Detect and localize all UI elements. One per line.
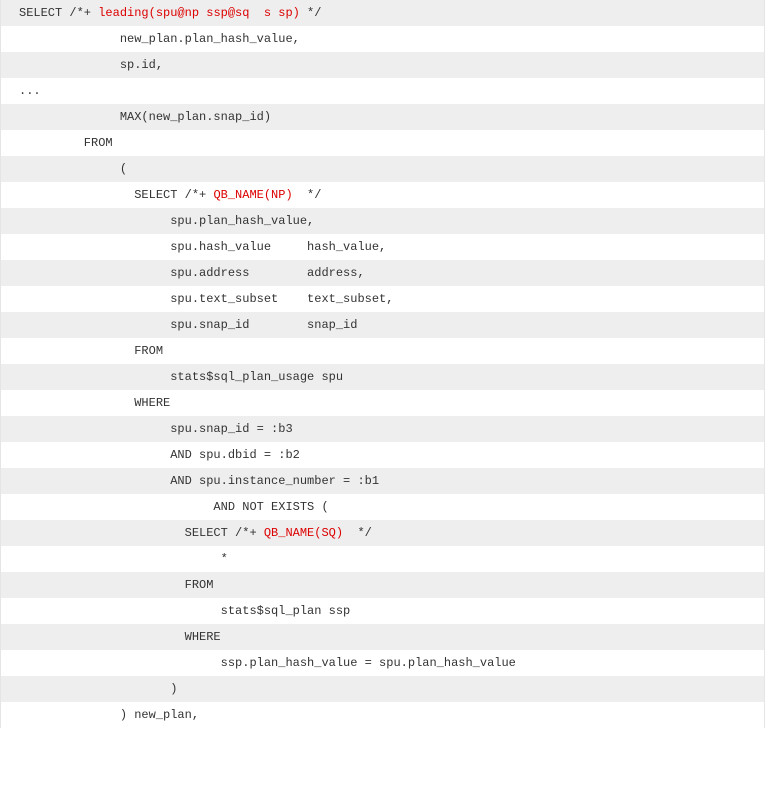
code-text: spu.plan_hash_value, [19,214,314,228]
code-line: SELECT /*+ QB_NAME(SQ) */ [1,520,764,546]
code-text: */ [293,188,322,202]
code-line: MAX(new_plan.snap_id) [1,104,764,130]
code-line: spu.address address, [1,260,764,286]
code-line: * [1,546,764,572]
code-text: SELECT /*+ [19,526,264,540]
code-text: ) new_plan, [19,708,199,722]
code-line: sp.id, [1,52,764,78]
code-line: ssp.plan_hash_value = spu.plan_hash_valu… [1,650,764,676]
code-text: FROM [19,344,163,358]
code-text: ... [19,84,41,98]
code-line: AND spu.dbid = :b2 [1,442,764,468]
code-text: FROM [19,578,213,592]
sql-hint: QB_NAME(SQ) [264,526,343,540]
code-text: WHERE [19,630,221,644]
code-line: FROM [1,338,764,364]
code-text: ssp.plan_hash_value = spu.plan_hash_valu… [19,656,516,670]
code-text: ) [19,682,177,696]
code-text: AND spu.instance_number = :b1 [19,474,379,488]
code-text: FROM [19,136,113,150]
code-text: AND NOT EXISTS ( [19,500,329,514]
code-line: ... [1,78,764,104]
code-text: stats$sql_plan ssp [19,604,350,618]
code-line: FROM [1,130,764,156]
code-text: spu.address address, [19,266,365,280]
code-text: SELECT /*+ [19,6,98,20]
code-line: SELECT /*+ QB_NAME(NP) */ [1,182,764,208]
code-line: AND spu.instance_number = :b1 [1,468,764,494]
code-line: AND NOT EXISTS ( [1,494,764,520]
code-text: spu.snap_id snap_id [19,318,357,332]
code-text: WHERE [19,396,170,410]
code-line: WHERE [1,390,764,416]
code-text: spu.hash_value hash_value, [19,240,386,254]
code-line: spu.snap_id snap_id [1,312,764,338]
code-text: sp.id, [19,58,163,72]
sql-hint: leading(spu@np ssp@sq s sp) [98,6,300,20]
code-line: ) [1,676,764,702]
code-line: new_plan.plan_hash_value, [1,26,764,52]
code-text: new_plan.plan_hash_value, [19,32,300,46]
code-line: SELECT /*+ leading(spu@np ssp@sq s sp) *… [1,0,764,26]
code-text: */ [300,6,322,20]
code-line: FROM [1,572,764,598]
code-line: ) new_plan, [1,702,764,728]
code-line: stats$sql_plan ssp [1,598,764,624]
code-text: SELECT /*+ [19,188,213,202]
code-text: ( [19,162,127,176]
code-line: stats$sql_plan_usage spu [1,364,764,390]
code-text: spu.snap_id = :b3 [19,422,293,436]
code-block: SELECT /*+ leading(spu@np ssp@sq s sp) *… [0,0,765,728]
code-line: ( [1,156,764,182]
code-text: * [19,552,228,566]
code-text: MAX(new_plan.snap_id) [19,110,271,124]
code-line: spu.text_subset text_subset, [1,286,764,312]
sql-hint: QB_NAME(NP) [213,188,292,202]
code-line: spu.plan_hash_value, [1,208,764,234]
code-text: AND spu.dbid = :b2 [19,448,300,462]
code-line: WHERE [1,624,764,650]
code-line: spu.hash_value hash_value, [1,234,764,260]
code-text: spu.text_subset text_subset, [19,292,393,306]
code-line: spu.snap_id = :b3 [1,416,764,442]
code-text: */ [343,526,372,540]
code-text: stats$sql_plan_usage spu [19,370,343,384]
